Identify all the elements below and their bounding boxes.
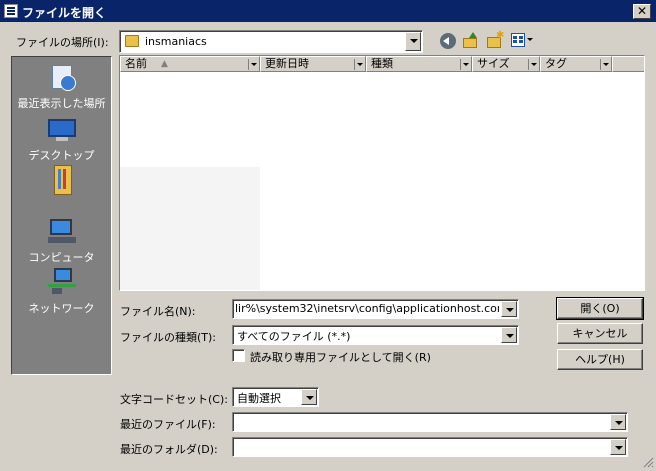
look-in-label: ファイルの場所(I): — [16, 36, 109, 49]
app-icon — [4, 4, 18, 18]
chevron-down-icon[interactable] — [610, 414, 626, 430]
look-in-combo[interactable]: insmaniacs — [119, 30, 423, 53]
column-header-size[interactable]: サイズ — [472, 56, 540, 72]
recent-folders-label: 最近のフォルダ(D): — [120, 443, 218, 456]
title-bar: ファイルを開く — [0, 0, 656, 22]
chevron-down-icon[interactable] — [610, 439, 626, 455]
look-in-value: insmaniacs — [145, 35, 207, 48]
place-network[interactable]: ネットワーク — [12, 268, 111, 316]
file-name-input[interactable]: lir%\system32\inetsrv\config\application… — [232, 299, 519, 319]
computer-icon — [46, 217, 78, 247]
file-type-label: ファイルの種類(T): — [120, 331, 217, 344]
file-list[interactable]: 名前 ▲ 更新日時 種類 サイズ タグ — [119, 55, 645, 291]
place-label: コンピュータ — [28, 251, 95, 264]
column-label: 種類 — [371, 57, 393, 70]
column-header-name[interactable]: 名前 ▲ — [120, 56, 260, 72]
column-header-type[interactable]: 種類 — [366, 56, 472, 72]
column-label: 名前 — [125, 57, 147, 70]
list-blank-area — [120, 167, 260, 290]
chevron-down-icon[interactable] — [501, 301, 517, 317]
place-libraries[interactable] — [12, 165, 111, 197]
close-button[interactable]: ✕ — [633, 4, 651, 19]
sort-up-icon: ▲ — [161, 59, 168, 69]
chevron-down-icon[interactable] — [405, 32, 421, 51]
column-label: タグ — [545, 57, 567, 70]
close-icon: ✕ — [636, 4, 648, 18]
resize-grip-icon[interactable] — [642, 456, 654, 468]
file-name-value: lir%\system32\inetsrv\config\application… — [235, 302, 499, 315]
encoding-value: 自動選択 — [237, 392, 281, 405]
new-folder-icon[interactable]: ✱ — [487, 31, 504, 49]
window-title: ファイルを開く — [22, 6, 107, 20]
back-icon[interactable] — [440, 33, 456, 49]
recent-files-select[interactable] — [232, 412, 628, 432]
help-button[interactable]: ヘルプ(H) — [557, 349, 643, 370]
up-folder-icon[interactable] — [463, 32, 479, 49]
place-recent[interactable]: 最近表示した場所 — [12, 63, 111, 111]
column-header-spacer — [612, 56, 644, 72]
file-name-label: ファイル名(N): — [120, 305, 196, 318]
view-menu-icon[interactable] — [511, 33, 533, 48]
encoding-select[interactable]: 自動選択 — [232, 387, 319, 407]
places-bar: 最近表示した場所 デスクトップ コンピュータ ネットワーク — [11, 56, 112, 375]
file-type-value: すべてのファイル (*.*) — [237, 330, 351, 343]
recent-places-icon — [46, 63, 78, 93]
place-computer[interactable]: コンピュータ — [12, 217, 111, 265]
libraries-icon — [46, 165, 78, 195]
network-icon — [46, 268, 78, 298]
column-label: サイズ — [477, 57, 510, 70]
column-header-tags[interactable]: タグ — [540, 56, 612, 72]
open-button[interactable]: 開く(O) — [556, 297, 644, 320]
recent-files-label: 最近のファイル(F): — [120, 418, 216, 431]
desktop-icon — [46, 115, 78, 145]
readonly-label: 読み取り専用ファイルとして開く(R) — [250, 351, 431, 364]
recent-folders-select[interactable] — [232, 437, 628, 457]
column-header-date[interactable]: 更新日時 — [260, 56, 366, 72]
chevron-down-icon[interactable] — [501, 327, 517, 343]
folder-icon — [125, 35, 139, 47]
encoding-label: 文字コードセット(C): — [120, 393, 228, 406]
file-type-select[interactable]: すべてのファイル (*.*) — [232, 325, 519, 345]
place-label: デスクトップ — [28, 149, 95, 162]
cancel-button[interactable]: キャンセル — [557, 323, 643, 344]
readonly-checkbox[interactable] — [232, 349, 245, 362]
column-label: 更新日時 — [265, 57, 309, 70]
place-label: 最近表示した場所 — [17, 97, 106, 110]
chevron-down-icon[interactable] — [301, 389, 317, 405]
place-label: ネットワーク — [28, 302, 95, 315]
place-desktop[interactable]: デスクトップ — [12, 115, 111, 163]
